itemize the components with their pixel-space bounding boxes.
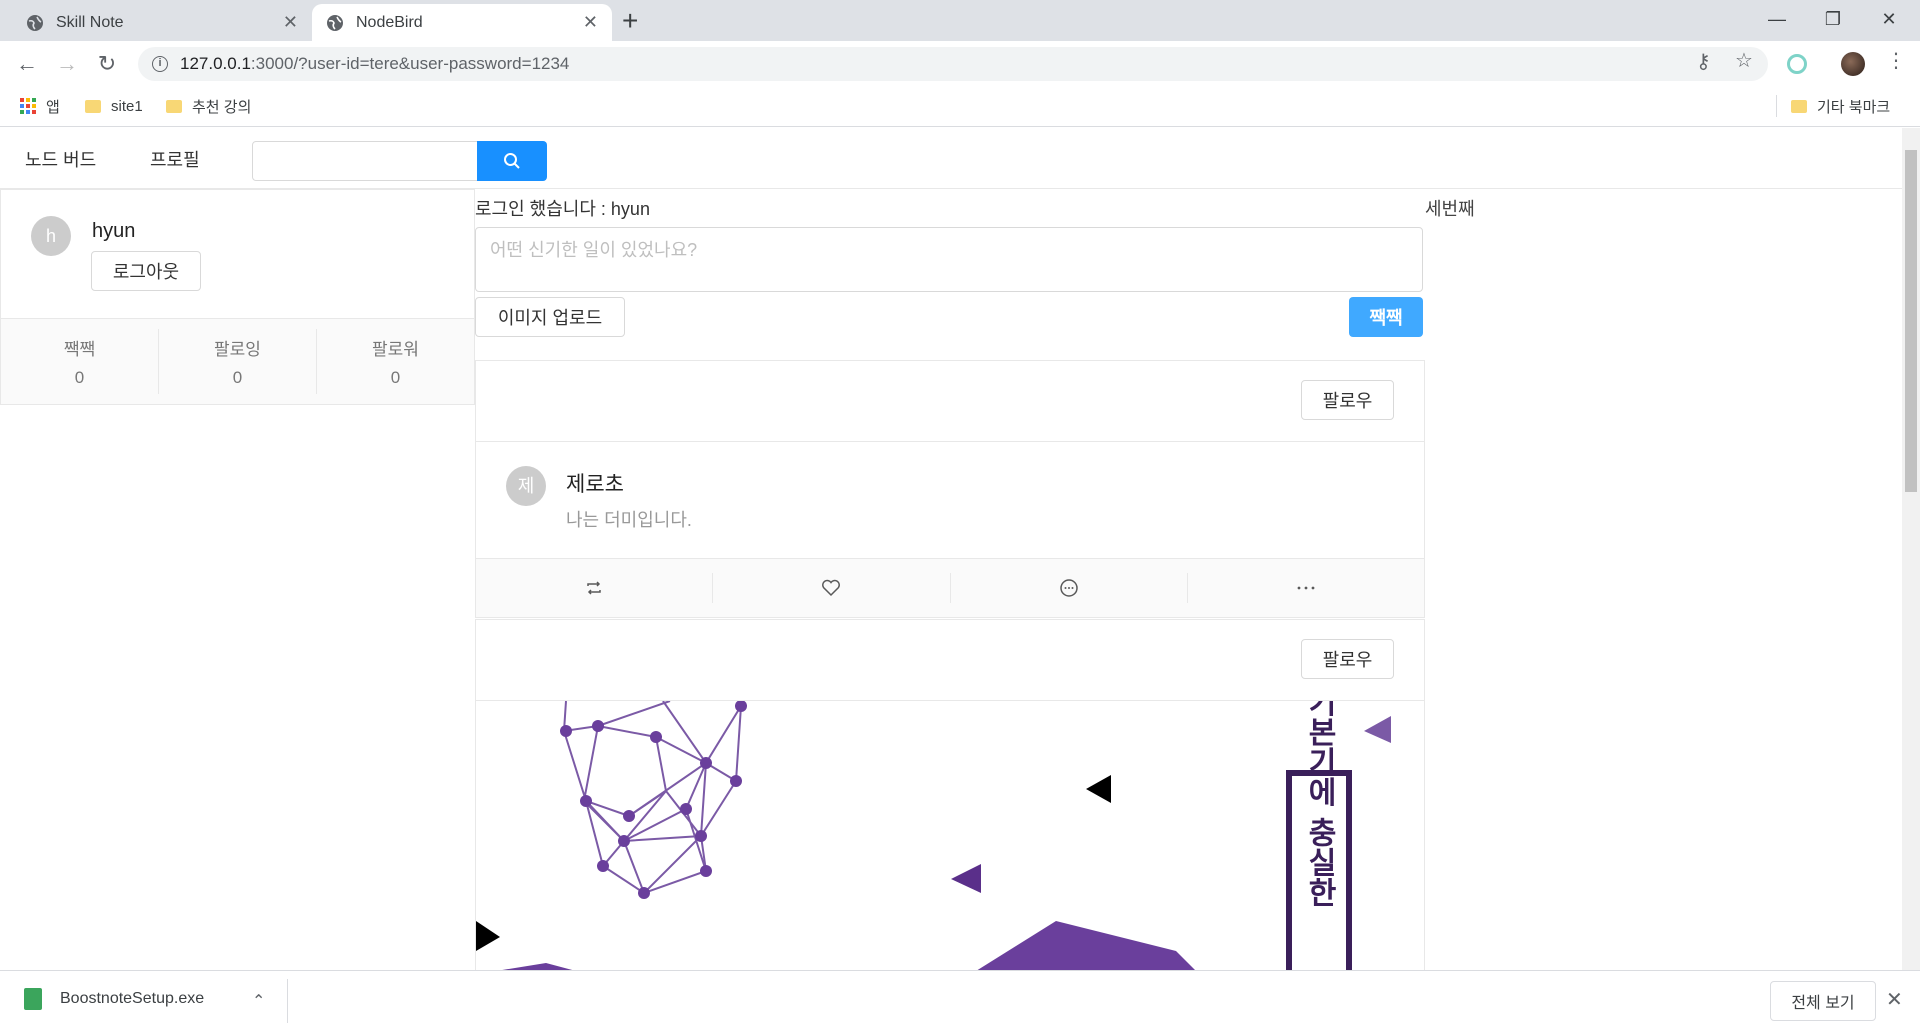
address-bar[interactable]: i 127.0.0.1:3000/?user-id=tere&user-pass…: [138, 47, 1768, 81]
bookmark-apps[interactable]: 앱: [20, 95, 60, 117]
stat-label: 짹짹: [63, 340, 96, 359]
star-icon[interactable]: ☆: [1735, 48, 1753, 73]
search-input[interactable]: [252, 141, 478, 181]
show-all-button[interactable]: 전체 보기: [1770, 981, 1876, 1021]
tab-title: NodeBird: [356, 13, 423, 31]
logout-button[interactable]: 로그아웃: [91, 251, 201, 291]
apps-grid-icon: [20, 98, 36, 114]
url-path: :3000/?user-id=tere&user-password=1234: [250, 54, 570, 73]
stat-tweets[interactable]: 짹짹 0: [1, 329, 159, 394]
window-close-icon[interactable]: ✕: [1866, 2, 1912, 36]
page-scrollbar[interactable]: [1902, 128, 1920, 970]
bookmark-label: 기타 북마크: [1817, 98, 1891, 116]
post-header: 팔로우: [476, 620, 1424, 701]
browser-toolbar: ← → ↻ i 127.0.0.1:3000/?user-id=tere&use…: [0, 41, 1920, 87]
poster-text: 기본기에 충실한: [1302, 701, 1337, 908]
tweet-submit-button[interactable]: 짹짹: [1349, 297, 1423, 337]
globe-icon: [327, 14, 343, 31]
download-file-name: BoostnoteSetup.exe: [60, 990, 205, 1007]
download-item[interactable]: BoostnoteSetup.exe: [24, 988, 204, 1010]
login-message: 로그인 했습니다 : hyun: [475, 199, 650, 219]
close-tab-icon[interactable]: ✕: [283, 12, 298, 33]
stat-following[interactable]: 팔로잉 0: [159, 329, 317, 394]
page-viewport: 노드 버드 프로필 h hyun 로그아웃 짹짹 0 팔로잉 0 팔로워 0 로…: [0, 128, 1902, 970]
folder-icon: [1791, 99, 1807, 113]
follow-button[interactable]: 팔로우: [1301, 380, 1394, 420]
search-icon: [504, 153, 520, 169]
url-host: 127.0.0.1: [180, 54, 251, 73]
stat-followers[interactable]: 팔로워 0: [317, 329, 474, 394]
post-textarea[interactable]: 어떤 신기한 일이 있었나요?: [475, 227, 1423, 292]
menu-item-profile[interactable]: 프로필: [150, 146, 200, 172]
retweet-icon: [587, 581, 601, 595]
stat-label: 팔로잉: [214, 340, 261, 359]
post-body: 제 제로초 나는 더미입니다.: [476, 442, 1424, 558]
like-action[interactable]: [713, 573, 951, 603]
profile-card: h hyun 로그아웃 짹짹 0 팔로잉 0 팔로워 0: [0, 189, 475, 405]
info-icon[interactable]: i: [152, 56, 168, 72]
bookmark-label: 추천 강의: [192, 98, 252, 116]
forward-icon[interactable]: →: [53, 50, 81, 78]
top-menu: 노드 버드 프로필: [0, 128, 1902, 189]
avatar: 제: [506, 466, 546, 506]
chevron-up-icon[interactable]: ⌃: [252, 991, 265, 1011]
scrollbar-thumb[interactable]: [1905, 150, 1917, 492]
divider: [287, 979, 288, 1023]
ellipsis-icon: [1297, 586, 1315, 590]
close-tab-icon[interactable]: ✕: [583, 12, 598, 33]
bookmark-label: site1: [111, 97, 143, 115]
profile-stats: 짹짹 0 팔로잉 0 팔로워 0: [1, 318, 474, 404]
profile-avatar-icon[interactable]: [1841, 52, 1865, 76]
image-upload-button[interactable]: 이미지 업로드: [475, 297, 625, 337]
browser-tabstrip: Skill Note ✕ NodeBird ✕ + — ❐ ✕: [0, 0, 1920, 41]
post-header: 팔로우: [476, 361, 1424, 442]
stat-label: 팔로워: [372, 340, 419, 359]
menu-item-home[interactable]: 노드 버드: [25, 146, 96, 172]
follow-button[interactable]: 팔로우: [1301, 639, 1394, 679]
post-actions: [476, 558, 1424, 617]
retweet-action[interactable]: [476, 573, 714, 603]
minimize-icon[interactable]: —: [1754, 2, 1800, 36]
post-content: 나는 더미입니다.: [566, 510, 692, 530]
stat-value: 0: [74, 368, 85, 387]
bookmark-other[interactable]: 기타 북마크: [1776, 95, 1890, 117]
download-bar: BoostnoteSetup.exe ⌃ 전체 보기 ✕: [0, 970, 1920, 1030]
more-action[interactable]: [1188, 573, 1424, 603]
post-card: 팔로우 제 제로초 나는 더미입니다.: [475, 360, 1425, 618]
key-icon[interactable]: ⚷: [1696, 49, 1711, 74]
reload-icon[interactable]: ↻: [93, 50, 121, 78]
search-button[interactable]: [477, 141, 547, 181]
stat-value: 0: [232, 368, 243, 387]
message-icon: [1059, 579, 1078, 597]
back-icon[interactable]: ←: [13, 50, 41, 78]
restore-icon[interactable]: ❐: [1810, 2, 1856, 36]
right-column-label: 세번째: [1425, 199, 1475, 219]
post-author: 제로초: [566, 473, 624, 496]
bookmarks-bar: 앱 site1 추천 강의 기타 북마크: [0, 87, 1920, 127]
folder-icon: [166, 99, 182, 113]
file-icon: [24, 988, 42, 1010]
menu-kebab-icon[interactable]: ⋮: [1886, 48, 1906, 73]
bookmark-label: 앱: [46, 98, 60, 116]
bookmark-recommended[interactable]: 추천 강의: [166, 95, 251, 117]
globe-icon: [27, 14, 43, 31]
stat-value: 0: [390, 368, 401, 387]
post-card-image: 팔로우 기본기에 충실한: [475, 619, 1425, 970]
profile-nickname: hyun: [92, 220, 136, 242]
post-image[interactable]: 기본기에 충실한: [476, 701, 1424, 970]
tab-title: Skill Note: [56, 13, 124, 31]
browser-tab-nodebird[interactable]: NodeBird ✕: [312, 4, 612, 41]
bookmark-site1[interactable]: site1: [85, 95, 143, 117]
comment-action[interactable]: [951, 573, 1188, 603]
close-icon[interactable]: ✕: [1886, 987, 1903, 1012]
avatar: h: [31, 216, 71, 256]
folder-icon: [85, 99, 101, 113]
post-image-graphic: 기본기에 충실한: [476, 701, 1391, 970]
heart-icon: [822, 579, 841, 597]
extension-icon[interactable]: [1787, 54, 1807, 74]
new-tab-icon[interactable]: +: [622, 6, 638, 36]
browser-tab-skill-note[interactable]: Skill Note ✕: [12, 4, 312, 41]
